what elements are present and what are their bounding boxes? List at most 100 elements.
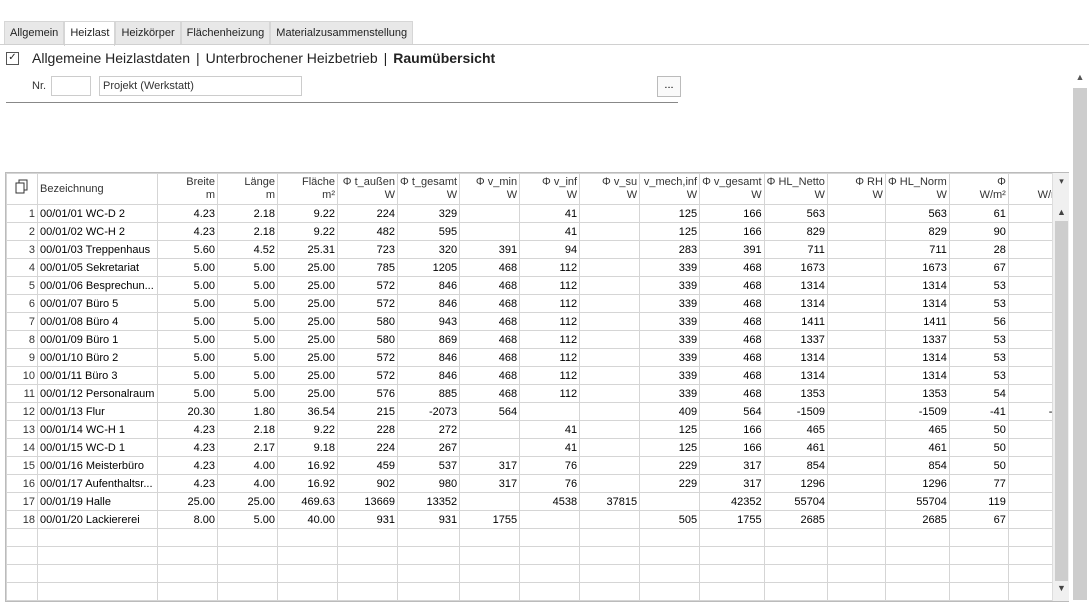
value-cell[interactable] — [579, 420, 641, 439]
value-cell[interactable]: 5.00 — [217, 510, 278, 529]
empty-cell[interactable] — [579, 546, 641, 565]
table-row[interactable]: 13 00/01/14 WC-H 1 4.23 2.18 9.22 228 272 41 125… — [6, 420, 1067, 439]
value-cell[interactable]: 339 — [639, 348, 701, 367]
empty-row[interactable] — [6, 546, 1067, 565]
table-row[interactable]: 3 00/01/03 Treppenhaus 5.60 4.52 25.31 723 320… — [6, 240, 1067, 259]
value-cell[interactable] — [459, 420, 521, 439]
value-cell[interactable]: 1337 — [763, 330, 828, 349]
value-cell[interactable]: 391 — [459, 240, 521, 259]
room-name-cell[interactable]: 00/01/14 WC-H 1 — [37, 420, 158, 439]
value-cell[interactable]: 931 — [396, 510, 461, 529]
value-cell[interactable]: 125 — [639, 204, 701, 223]
column-header[interactable]: Φ v_gesamt W — [699, 173, 765, 205]
value-cell[interactable]: 339 — [639, 258, 701, 277]
value-cell[interactable]: 1.80 — [217, 402, 278, 421]
value-cell[interactable]: 5.00 — [217, 294, 278, 313]
table-row[interactable]: 16 00/01/17 Aufenthaltsr... 4.23 4.00 16.92 9… — [6, 474, 1067, 493]
value-cell[interactable]: 846 — [396, 294, 461, 313]
value-cell[interactable]: 339 — [639, 312, 701, 331]
empty-cell[interactable] — [884, 546, 950, 565]
value-cell[interactable]: 112 — [519, 384, 581, 403]
value-cell[interactable]: 224 — [337, 204, 398, 223]
row-number[interactable]: 16 — [6, 474, 38, 493]
value-cell[interactable] — [579, 276, 641, 295]
value-cell[interactable] — [579, 294, 641, 313]
value-cell[interactable] — [459, 222, 521, 241]
value-cell[interactable]: 468 — [459, 330, 521, 349]
empty-cell[interactable] — [396, 582, 461, 601]
empty-cell[interactable] — [277, 582, 338, 601]
value-cell[interactable]: 112 — [519, 276, 581, 295]
empty-cell[interactable] — [37, 546, 158, 565]
empty-cell[interactable] — [763, 564, 828, 583]
column-header[interactable]: v_mech,inf W — [639, 173, 701, 205]
value-cell[interactable]: 50 — [948, 438, 1009, 457]
value-cell[interactable]: 94 — [519, 240, 581, 259]
value-cell[interactable]: 28 — [948, 240, 1009, 259]
value-cell[interactable] — [579, 204, 641, 223]
value-cell[interactable]: 224 — [337, 438, 398, 457]
value-cell[interactable]: 13669 — [337, 492, 398, 511]
column-header[interactable]: Φ RH W — [826, 173, 886, 205]
nr-input[interactable] — [51, 76, 91, 96]
value-cell[interactable]: 1314 — [884, 294, 950, 313]
room-name-cell[interactable]: 00/01/07 Büro 5 — [37, 294, 158, 313]
value-cell[interactable]: 846 — [396, 348, 461, 367]
value-cell[interactable]: 25.00 — [277, 384, 338, 403]
empty-cell[interactable] — [6, 582, 38, 601]
table-row[interactable]: 17 00/01/19 Halle 25.00 25.00 469.63 13669 133… — [6, 492, 1067, 511]
empty-cell[interactable] — [277, 546, 338, 565]
value-cell[interactable]: 468 — [459, 384, 521, 403]
value-cell[interactable]: 461 — [763, 438, 828, 457]
room-name-cell[interactable]: 00/01/20 Lackiererei — [37, 510, 158, 529]
value-cell[interactable]: 4.23 — [157, 438, 218, 457]
value-cell[interactable]: 25.00 — [277, 294, 338, 313]
value-cell[interactable] — [579, 474, 641, 493]
value-cell[interactable]: 53 — [948, 348, 1009, 367]
browse-button[interactable]: ... — [657, 76, 681, 97]
value-cell[interactable]: 468 — [699, 384, 765, 403]
value-cell[interactable]: 723 — [337, 240, 398, 259]
value-cell[interactable]: 1205 — [396, 258, 461, 277]
value-cell[interactable] — [519, 510, 581, 529]
value-cell[interactable]: 711 — [884, 240, 950, 259]
value-cell[interactable] — [826, 366, 886, 385]
empty-cell[interactable] — [699, 546, 765, 565]
value-cell[interactable]: 1314 — [884, 276, 950, 295]
value-cell[interactable]: 5.00 — [157, 348, 218, 367]
empty-cell[interactable] — [948, 528, 1009, 547]
value-cell[interactable]: 77 — [948, 474, 1009, 493]
room-name-cell[interactable]: 00/01/08 Büro 4 — [37, 312, 158, 331]
empty-cell[interactable] — [948, 564, 1009, 583]
value-cell[interactable]: 468 — [699, 294, 765, 313]
empty-cell[interactable] — [763, 546, 828, 565]
value-cell[interactable]: 9.18 — [277, 438, 338, 457]
value-cell[interactable]: 41 — [519, 438, 581, 457]
value-cell[interactable]: 50 — [948, 456, 1009, 475]
value-cell[interactable]: 329 — [396, 204, 461, 223]
value-cell[interactable]: 2685 — [763, 510, 828, 529]
value-cell[interactable]: 90 — [948, 222, 1009, 241]
value-cell[interactable]: 339 — [639, 366, 701, 385]
value-cell[interactable]: 5.00 — [157, 312, 218, 331]
value-cell[interactable]: 468 — [699, 258, 765, 277]
value-cell[interactable]: 711 — [763, 240, 828, 259]
table-row[interactable]: 11 00/01/12 Personalraum 5.00 5.00 25.00 576 8… — [6, 384, 1067, 403]
value-cell[interactable]: 166 — [699, 438, 765, 457]
value-cell[interactable]: 4.52 — [217, 240, 278, 259]
value-cell[interactable]: 267 — [396, 438, 461, 457]
empty-cell[interactable] — [217, 582, 278, 601]
room-name-cell[interactable]: 00/01/16 Meisterbüro — [37, 456, 158, 475]
value-cell[interactable]: 846 — [396, 366, 461, 385]
value-cell[interactable]: 4.23 — [157, 222, 218, 241]
table-row[interactable]: 18 00/01/20 Lackiererei 8.00 5.00 40.00 931 93… — [6, 510, 1067, 529]
value-cell[interactable]: 5.00 — [217, 330, 278, 349]
value-cell[interactable]: 112 — [519, 258, 581, 277]
scroll-down-icon[interactable]: ▼ — [1053, 583, 1069, 593]
value-cell[interactable] — [579, 222, 641, 241]
room-name-cell[interactable]: 00/01/19 Halle — [37, 492, 158, 511]
value-cell[interactable]: 112 — [519, 294, 581, 313]
value-cell[interactable]: 468 — [459, 366, 521, 385]
value-cell[interactable]: 9.22 — [277, 222, 338, 241]
value-cell[interactable] — [826, 258, 886, 277]
